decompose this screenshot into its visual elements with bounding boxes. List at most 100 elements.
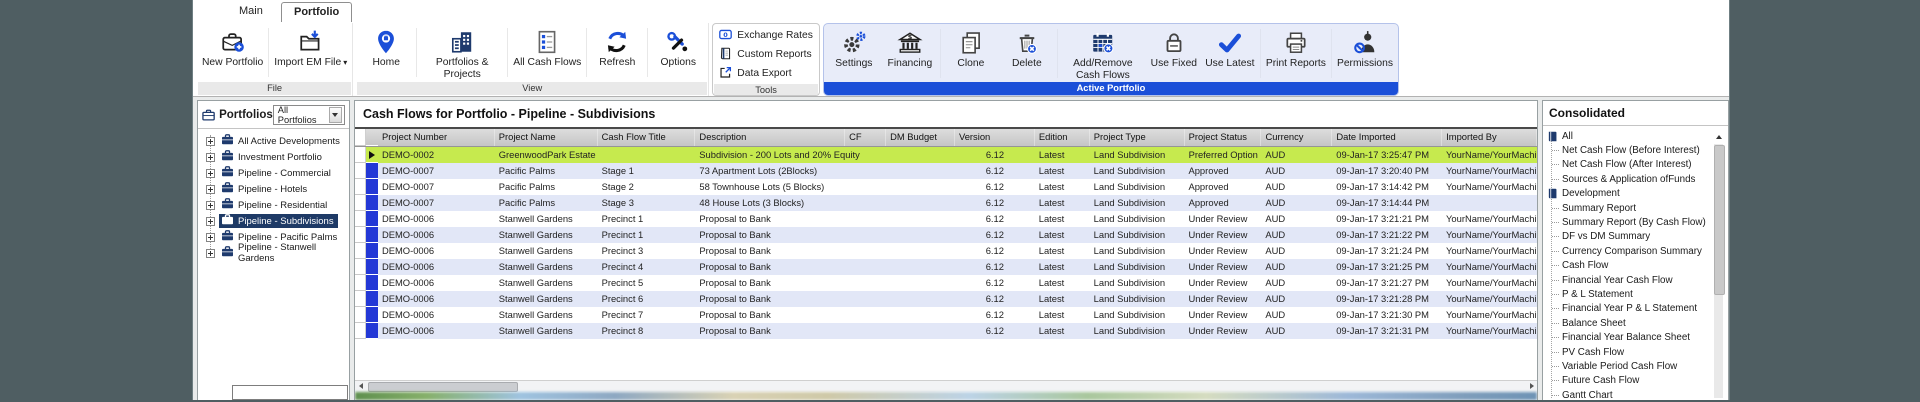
- row-marker[interactable]: [366, 243, 378, 259]
- home-button[interactable]: Home: [358, 24, 414, 81]
- table-row[interactable]: DEMO-0002GreenwoodPark EstateSubdivision…: [355, 147, 1537, 163]
- row-marker[interactable]: [366, 147, 378, 163]
- consolidated-item-financial-year-p-l-statement[interactable]: Financial Year P & L Statement: [1543, 302, 1728, 316]
- settings-button[interactable]: Settings: [826, 25, 882, 82]
- consolidated-item-variable-period-cash-flow[interactable]: Variable Period Cash Flow: [1543, 359, 1728, 373]
- table-row[interactable]: DEMO-0006Stanwell GardensPrecinct 6Propo…: [355, 291, 1537, 307]
- column-header-dm-budget[interactable]: DM Budget: [886, 129, 955, 146]
- consolidated-item-cash-flow[interactable]: Cash Flow: [1543, 259, 1728, 273]
- consolidated-item-sources-application-offunds[interactable]: Sources & Application ofFunds: [1543, 172, 1728, 186]
- sidebar-item-investment-portfolio[interactable]: Investment Portfolio: [198, 149, 349, 165]
- consolidated-item-future-cash-flow[interactable]: Future Cash Flow: [1543, 374, 1728, 388]
- scroll-up-arrow[interactable]: [1713, 131, 1725, 142]
- row-marker[interactable]: [366, 259, 378, 275]
- column-header-project-type[interactable]: Project Type: [1090, 129, 1185, 146]
- sidebar-item-pipeline-subdivisions[interactable]: Pipeline - Subdivisions: [198, 213, 349, 229]
- column-header-description[interactable]: Description: [695, 129, 845, 146]
- consolidated-item-df-vs-dm-summary[interactable]: DF vs DM Summary: [1543, 230, 1728, 244]
- table-row[interactable]: DEMO-0006Stanwell GardensPrecinct 4Propo…: [355, 259, 1537, 275]
- delete-button[interactable]: Delete: [999, 25, 1055, 82]
- vertical-scrollbar[interactable]: [1713, 131, 1725, 398]
- portfolio-filter-dropdown[interactable]: All Portfolios: [273, 105, 345, 125]
- row-marker[interactable]: [366, 179, 378, 195]
- row-marker[interactable]: [366, 195, 378, 211]
- expand-plus-icon[interactable]: [206, 137, 215, 146]
- sidebar-item-pipeline-residential[interactable]: Pipeline - Residential: [198, 197, 349, 213]
- consolidated-item-summary-report-by-cash-flow[interactable]: Summary Report (By Cash Flow): [1543, 215, 1728, 229]
- add-remove-cash-flows-button[interactable]: Add/Remove Cash Flows: [1060, 25, 1146, 82]
- portfolios-projects-button[interactable]: Portfolios & Projects: [419, 24, 505, 81]
- table-row[interactable]: DEMO-0006Stanwell GardensPrecinct 1Propo…: [355, 211, 1537, 227]
- column-header-project-status[interactable]: Project Status: [1185, 129, 1262, 146]
- sidebar-item-pipeline-hotels[interactable]: Pipeline - Hotels: [198, 181, 349, 197]
- expand-plus-icon[interactable]: [206, 169, 215, 178]
- column-header-cf[interactable]: CF: [845, 129, 886, 146]
- data-export-button[interactable]: Data Export: [719, 64, 813, 83]
- consolidated-item-net-cash-flow-before-interest[interactable]: Net Cash Flow (Before Interest): [1543, 143, 1728, 157]
- dropdown-caret-icon[interactable]: ▾: [343, 58, 347, 67]
- horizontal-scroll-thumb[interactable]: [368, 382, 518, 392]
- scroll-right-arrow[interactable]: [1526, 381, 1537, 391]
- clone-button[interactable]: Clone: [943, 25, 999, 82]
- consolidated-item-financial-year-balance-sheet[interactable]: Financial Year Balance Sheet: [1543, 330, 1728, 344]
- column-header-cash-flow-title[interactable]: Cash Flow Title: [598, 129, 696, 146]
- sidebar-item-pipeline-commercial[interactable]: Pipeline - Commercial: [198, 165, 349, 181]
- column-header-imported-by[interactable]: Imported By: [1442, 129, 1537, 146]
- column-header-version[interactable]: Version: [955, 129, 1035, 146]
- sidebar-item-pipeline-stanwell-gardens[interactable]: Pipeline - Stanwell Gardens: [198, 245, 349, 261]
- column-header-project-number[interactable]: Project Number: [378, 129, 495, 146]
- table-row[interactable]: DEMO-0006Stanwell GardensPrecinct 8Propo…: [355, 323, 1537, 339]
- column-header-project-name[interactable]: Project Name: [495, 129, 598, 146]
- consolidated-item-development[interactable]: Development: [1543, 187, 1728, 201]
- financing-button[interactable]: $Financing: [882, 25, 938, 82]
- column-header-currency[interactable]: Currency: [1261, 129, 1332, 146]
- consolidated-item-financial-year-cash-flow[interactable]: Financial Year Cash Flow: [1543, 273, 1728, 287]
- exchange-rates-button[interactable]: 0Exchange Rates: [719, 26, 813, 45]
- new-portfolio-button[interactable]: New Portfolio: [199, 24, 266, 81]
- table-row[interactable]: DEMO-0006Stanwell GardensPrecinct 7Propo…: [355, 307, 1537, 323]
- consolidated-item-summary-report[interactable]: Summary Report: [1543, 201, 1728, 215]
- refresh-button[interactable]: Refresh: [589, 24, 645, 81]
- vertical-scroll-thumb[interactable]: [1714, 145, 1725, 295]
- row-marker[interactable]: [366, 291, 378, 307]
- tab-main[interactable]: Main: [227, 2, 275, 21]
- table-row[interactable]: DEMO-0007Pacific PalmsStage 348 House Lo…: [355, 195, 1537, 211]
- scroll-left-arrow[interactable]: [355, 381, 366, 391]
- all-cash-flows-button[interactable]: All Cash Flows: [510, 24, 584, 81]
- use-latest-button[interactable]: Use Latest: [1202, 25, 1258, 82]
- use-fixed-button[interactable]: Use Fixed: [1146, 25, 1202, 82]
- consolidated-item-p-l-statement[interactable]: P & L Statement: [1543, 287, 1728, 301]
- table-row[interactable]: DEMO-0006Stanwell GardensPrecinct 5Propo…: [355, 275, 1537, 291]
- tab-portfolio[interactable]: Portfolio: [281, 2, 352, 22]
- consolidated-item-currency-comparison-summary[interactable]: Currency Comparison Summary: [1543, 244, 1728, 258]
- consolidated-item-balance-sheet[interactable]: Balance Sheet: [1543, 316, 1728, 330]
- row-marker[interactable]: [366, 307, 378, 323]
- print-reports-button[interactable]: Print Reports: [1263, 25, 1329, 82]
- consolidated-item-all[interactable]: All: [1543, 129, 1728, 143]
- table-row[interactable]: DEMO-0007Pacific PalmsStage 258 Townhous…: [355, 179, 1537, 195]
- row-marker[interactable]: [366, 227, 378, 243]
- expand-plus-icon[interactable]: [206, 249, 215, 258]
- table-row[interactable]: DEMO-0006Stanwell GardensPrecinct 3Propo…: [355, 243, 1537, 259]
- expand-plus-icon[interactable]: [206, 185, 215, 194]
- sidebar-item-all-active-developments[interactable]: All Active Developments: [198, 133, 349, 149]
- horizontal-scrollbar[interactable]: [355, 380, 1537, 392]
- column-header-date-imported[interactable]: Date Imported: [1332, 129, 1442, 146]
- expand-plus-icon[interactable]: [206, 201, 215, 210]
- row-marker[interactable]: [366, 323, 378, 339]
- consolidated-item-net-cash-flow-after-interest[interactable]: Net Cash Flow (After Interest): [1543, 158, 1728, 172]
- options-button[interactable]: Options: [650, 24, 706, 81]
- import-em-file-button[interactable]: Import EM File▾: [271, 24, 350, 81]
- column-header-edition[interactable]: Edition: [1035, 129, 1090, 146]
- row-marker[interactable]: [366, 163, 378, 179]
- table-row[interactable]: DEMO-0007Pacific PalmsStage 173 Apartmen…: [355, 163, 1537, 179]
- expand-plus-icon[interactable]: [206, 217, 215, 226]
- portfolio-filter-caret[interactable]: [329, 107, 342, 123]
- permissions-button[interactable]: Permissions: [1334, 25, 1396, 82]
- consolidated-item-pv-cash-flow[interactable]: PV Cash Flow: [1543, 345, 1728, 359]
- table-row[interactable]: DEMO-0006Stanwell GardensPrecinct 1Propo…: [355, 227, 1537, 243]
- row-marker[interactable]: [366, 275, 378, 291]
- expand-plus-icon[interactable]: [206, 153, 215, 162]
- expand-plus-icon[interactable]: [206, 233, 215, 242]
- row-marker[interactable]: [366, 211, 378, 227]
